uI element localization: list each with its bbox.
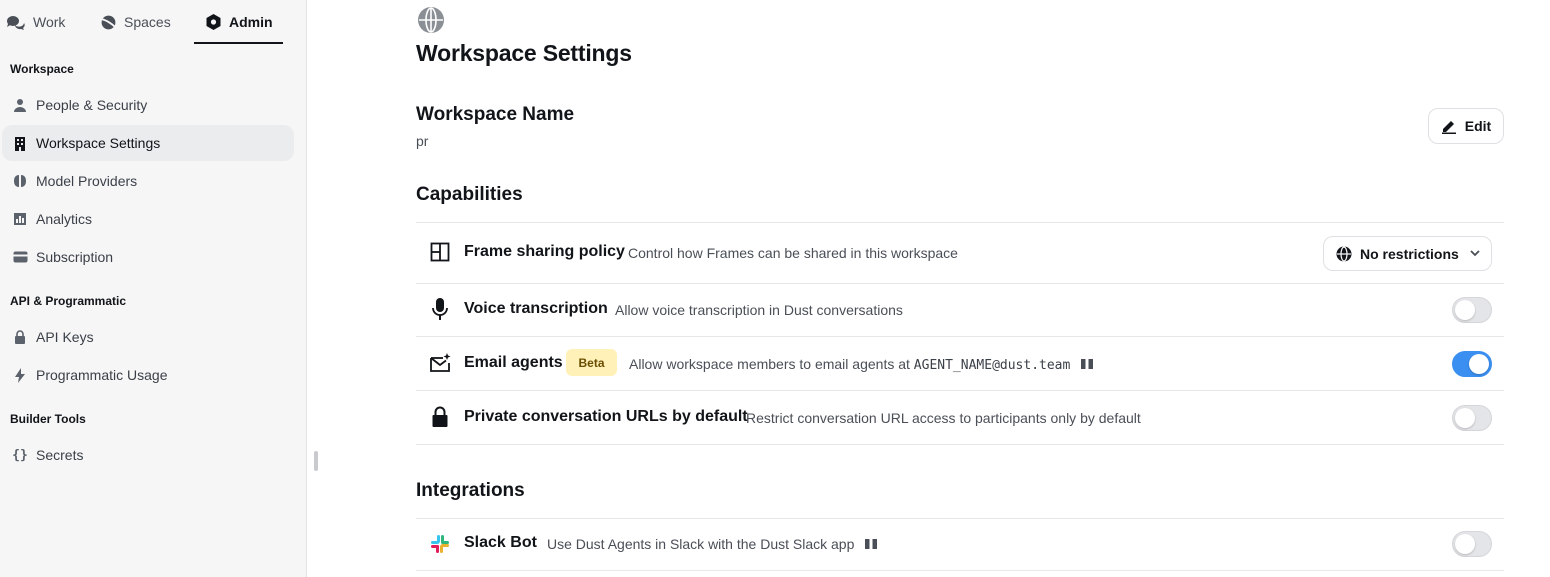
edit-button[interactable]: Edit [1428, 108, 1504, 144]
building-icon [12, 135, 28, 151]
private-urls-toggle[interactable] [1452, 405, 1492, 431]
email-agents-address: AGENT_NAME@dust.team [913, 358, 1071, 373]
integrations-heading: Integrations [416, 480, 525, 501]
section-label-builder-tools: Builder Tools [10, 412, 86, 426]
microphone-icon [428, 297, 452, 321]
tab-admin[interactable]: Admin [205, 0, 273, 44]
lock-icon [428, 405, 452, 429]
chat-bubbles-icon [7, 16, 25, 30]
capabilities-heading: Capabilities [416, 184, 523, 205]
lightning-icon [12, 367, 28, 383]
sidebar: Work Spaces Admin Workspace People & Sec… [0, 0, 307, 577]
chevron-down-icon [1469, 246, 1481, 262]
sidebar-item-secrets[interactable]: {} Secrets [2, 437, 294, 473]
frame-sharing-title: Frame sharing policy [464, 243, 625, 260]
tab-work[interactable]: Work [6, 0, 65, 44]
sidebar-item-label: Secrets [36, 447, 84, 463]
page-title: Workspace Settings [416, 40, 632, 66]
sidebar-item-subscription[interactable]: Subscription [2, 239, 294, 275]
voice-transcription-desc: Allow voice transcription in Dust conver… [615, 302, 903, 318]
email-agents-toggle[interactable] [1452, 351, 1492, 377]
tab-spaces[interactable]: Spaces [100, 0, 171, 44]
sidebar-item-label: Subscription [36, 249, 114, 265]
slack-bot-title: Slack Bot [464, 534, 537, 551]
top-navigation: Work Spaces Admin [0, 0, 307, 44]
sidebar-item-programmatic-usage[interactable]: Programmatic Usage [2, 357, 294, 393]
hexagon-icon [206, 14, 221, 30]
divider [416, 222, 1504, 223]
private-urls-title: Private conversation URLs by default [464, 408, 748, 425]
sidebar-item-label: People & Security [36, 97, 148, 113]
beta-badge: Beta [566, 349, 617, 376]
slack-bot-desc-text: Use Dust Agents in Slack with the Dust S… [547, 536, 855, 552]
section-label-api: API & Programmatic [10, 294, 127, 308]
sidebar-item-label: Model Providers [36, 173, 138, 189]
brain-icon [12, 173, 28, 189]
frame-sharing-select-value: No restrictions [1360, 245, 1459, 262]
workspace-name-value: pr [416, 133, 429, 149]
sidebar-item-workspace-settings[interactable]: Workspace Settings [2, 125, 294, 161]
slack-bot-desc: Use Dust Agents in Slack with the Dust S… [547, 536, 878, 553]
sidebar-item-label: Workspace Settings [36, 135, 161, 151]
sidebar-item-analytics[interactable]: Analytics [2, 201, 294, 237]
voice-transcription-toggle[interactable] [1452, 297, 1492, 323]
user-icon [12, 97, 28, 113]
braces-icon: {} [12, 447, 28, 463]
toggle-knob [1469, 354, 1489, 374]
frame-icon [428, 240, 452, 264]
sidebar-item-label: Analytics [36, 211, 93, 227]
divider [416, 570, 1504, 571]
book-icon[interactable] [1080, 357, 1094, 373]
toggle-knob [1455, 300, 1475, 320]
toggle-knob [1455, 408, 1475, 428]
sidebar-item-label: API Keys [36, 329, 94, 345]
pencil-icon [1441, 121, 1456, 134]
toggle-knob [1455, 534, 1475, 554]
sidebar-item-api-keys[interactable]: API Keys [2, 319, 294, 355]
divider [416, 336, 1504, 337]
frame-sharing-desc: Control how Frames can be shared in this… [628, 245, 958, 261]
private-urls-desc: Restrict conversation URL access to part… [746, 410, 1141, 426]
tab-admin-label: Admin [229, 14, 273, 30]
workspace-name-label: Workspace Name [416, 104, 575, 125]
lock-icon [12, 329, 28, 345]
divider [416, 283, 1504, 284]
globe-icon [1336, 245, 1352, 262]
card-icon [12, 249, 28, 265]
bar-chart-icon [12, 211, 28, 227]
email-agents-desc-text: Allow workspace members to email agents … [629, 356, 914, 372]
slack-icon [428, 532, 452, 556]
divider [416, 444, 1504, 445]
sidebar-item-label: Programmatic Usage [36, 367, 168, 383]
edit-button-label: Edit [1464, 118, 1492, 134]
main-content: Workspace Settings Workspace Name pr Edi… [307, 0, 1550, 577]
mail-sparkle-icon [428, 351, 452, 375]
voice-transcription-title: Voice transcription [464, 300, 608, 317]
tab-work-label: Work [33, 14, 66, 30]
book-icon[interactable] [864, 537, 878, 553]
email-agents-desc: Allow workspace members to email agents … [629, 356, 1094, 373]
planet-icon [100, 15, 117, 29]
divider [416, 390, 1504, 391]
sidebar-item-model-providers[interactable]: Model Providers [2, 163, 294, 199]
email-agents-title: Email agents [464, 354, 563, 371]
globe-icon [417, 6, 445, 39]
frame-sharing-select[interactable]: No restrictions [1323, 236, 1492, 271]
tab-spaces-label: Spaces [124, 14, 171, 30]
divider [416, 518, 1504, 519]
section-label-workspace: Workspace [10, 62, 74, 76]
slack-bot-toggle[interactable] [1452, 531, 1492, 557]
active-tab-indicator [194, 42, 283, 44]
sidebar-item-people-security[interactable]: People & Security [2, 87, 294, 123]
